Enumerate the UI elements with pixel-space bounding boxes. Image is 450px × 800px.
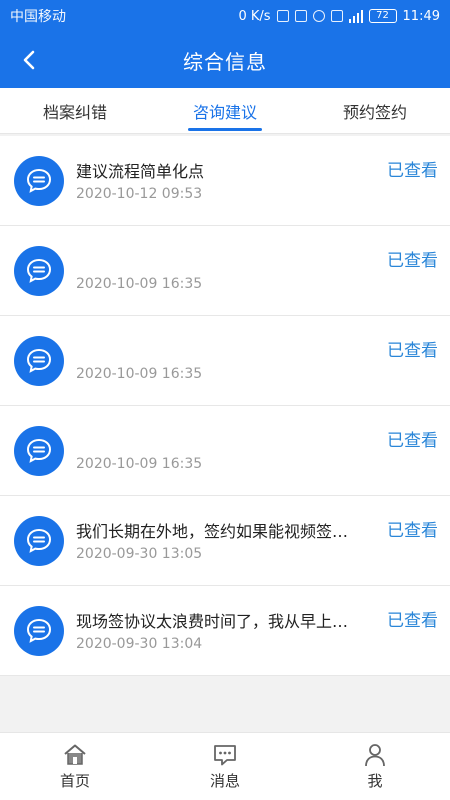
- status-bar: 中国移动 0 K/s 72 11:49: [0, 0, 450, 32]
- item-time: 2020-10-09 16:35: [76, 276, 203, 292]
- list-item[interactable]: 2020-10-09 16:35 已查看: [0, 316, 450, 406]
- nav-label: 消息: [209, 772, 240, 790]
- list-item[interactable]: 建议流程简单化点 2020-10-12 09:53 已查看: [0, 136, 450, 226]
- alarm-icon: [312, 10, 325, 22]
- list-item[interactable]: 现场签协议太浪费时间了，我从早上… 2020-09-30 13:04 已查看: [0, 586, 450, 676]
- status-badge: 已查看: [387, 431, 438, 451]
- nav-messages[interactable]: 消息: [150, 733, 300, 800]
- status-badge: 已查看: [387, 161, 438, 181]
- item-time: 2020-10-09 16:35: [76, 366, 203, 382]
- list-item[interactable]: 我们长期在外地，签约如果能视频签… 2020-09-30 13:05 已查看: [0, 496, 450, 586]
- carrier-name: 中国移动: [10, 9, 66, 25]
- list-item[interactable]: 2020-10-09 16:35 已查看: [0, 226, 450, 316]
- chevron-left-icon: [23, 50, 35, 70]
- nav-home[interactable]: 首页: [0, 733, 150, 800]
- clock: 11:49: [402, 8, 440, 24]
- vibrate-icon: [276, 10, 289, 22]
- back-button[interactable]: [8, 38, 52, 82]
- item-time: 2020-10-12 09:53: [76, 186, 203, 202]
- tab-archive-correction[interactable]: 档案纠错: [0, 88, 150, 133]
- status-icons: 0 K/s 72 11:49: [238, 9, 440, 24]
- battery-level: 72: [376, 10, 389, 21]
- status-badge: 已查看: [387, 611, 438, 631]
- tab-bar: 档案纠错 咨询建议 预约签约: [0, 88, 450, 134]
- network-speed: 0 K/s: [238, 8, 271, 24]
- tab-consult-advice[interactable]: 咨询建议: [150, 88, 300, 133]
- nav-label: 我: [367, 772, 383, 790]
- page-title: 综合信息: [183, 49, 267, 74]
- list-item[interactable]: 2020-10-09 16:35 已查看: [0, 406, 450, 496]
- status-badge: 已查看: [387, 521, 438, 541]
- chat-bubble-icon: [14, 156, 64, 206]
- nav-me[interactable]: 我: [300, 733, 450, 800]
- nav-label: 首页: [59, 772, 90, 790]
- app-screen: 中国移动 0 K/s 72 11:49 综合信息 档案纠错 咨询建议 预约签约: [0, 0, 450, 800]
- item-time: 2020-09-30 13:05: [76, 546, 203, 562]
- chat-bubble-icon: [14, 246, 64, 296]
- user-icon: [365, 744, 385, 767]
- item-title: 我们长期在外地，签约如果能视频签…: [76, 522, 349, 541]
- message-list: 建议流程简单化点 2020-10-12 09:53 已查看 2020-10-09…: [0, 136, 450, 676]
- hd-icon: [330, 10, 343, 22]
- bottom-nav: 首页 消息 我: [0, 732, 450, 800]
- battery-icon: 72: [368, 9, 397, 23]
- item-title: 建议流程简单化点: [76, 162, 205, 181]
- app-header: 综合信息: [0, 32, 450, 88]
- tab-appointment-signing[interactable]: 预约签约: [300, 88, 450, 133]
- status-badge: 已查看: [387, 251, 438, 271]
- signal-icon: [348, 9, 363, 23]
- chat-bubble-icon: [14, 516, 64, 566]
- chat-bubble-icon: [14, 336, 64, 386]
- message-icon: [214, 745, 236, 766]
- chat-bubble-icon: [14, 606, 64, 656]
- home-icon: [64, 744, 86, 765]
- chat-bubble-icon: [14, 426, 64, 476]
- status-badge: 已查看: [387, 341, 438, 361]
- bluetooth-icon: [294, 10, 307, 22]
- item-time: 2020-10-09 16:35: [76, 456, 203, 472]
- item-time: 2020-09-30 13:04: [76, 636, 203, 652]
- item-title: 现场签协议太浪费时间了，我从早上…: [76, 612, 349, 631]
